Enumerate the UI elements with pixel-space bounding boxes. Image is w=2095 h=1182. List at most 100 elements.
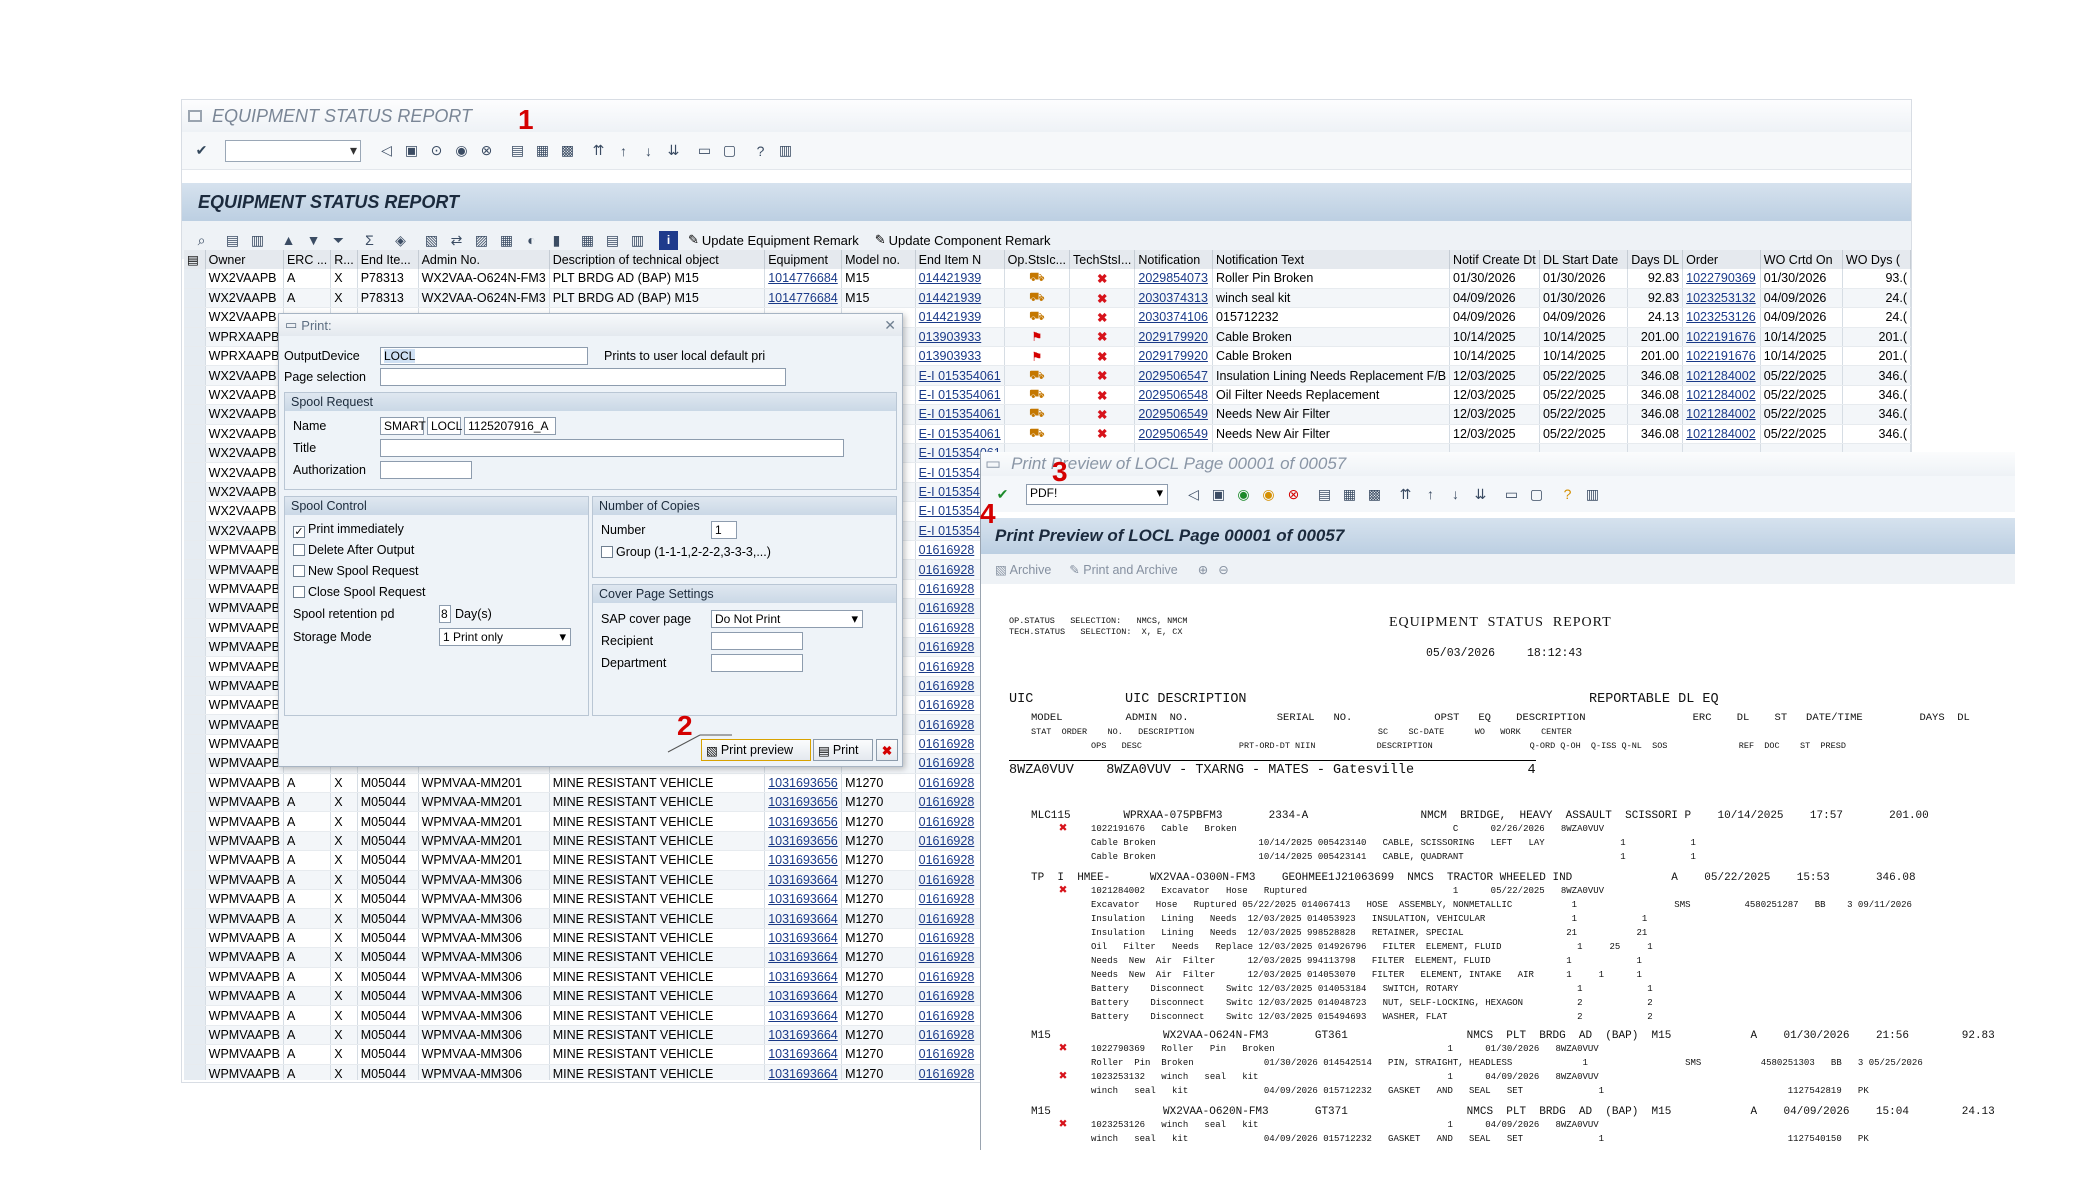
number-input[interactable]: 1: [711, 521, 737, 539]
new-spool-request-option[interactable]: New Spool Request: [293, 564, 418, 578]
print-immediately-option[interactable]: ✓ Print immediately: [293, 522, 404, 538]
table-cell[interactable]: 1031693656: [764, 811, 843, 832]
row-selector[interactable]: [184, 327, 206, 348]
column-header[interactable]: TechStsI...: [1069, 250, 1136, 269]
row-selector[interactable]: [184, 656, 206, 677]
table-cell[interactable]: 014421939: [915, 269, 1005, 289]
sort-descending-icon[interactable]: ▼: [304, 231, 323, 250]
name-field-3[interactable]: 1125207916_A: [464, 417, 556, 435]
table-cell[interactable]: 013903933: [915, 346, 1005, 367]
table-cell[interactable]: 1031693664: [764, 1025, 843, 1046]
print-icon[interactable]: ▤: [1315, 485, 1334, 504]
row-selector[interactable]: [184, 986, 206, 1007]
first-page-icon[interactable]: ⇈: [589, 141, 608, 160]
table-cell[interactable]: 1023253126: [1682, 307, 1761, 328]
column-header[interactable]: R...: [330, 250, 358, 269]
table-cell[interactable]: 014421939: [915, 288, 1005, 309]
layout-select-icon[interactable]: ▤: [603, 231, 622, 250]
table-cell[interactable]: 1031693656: [764, 850, 843, 871]
title-input[interactable]: [380, 439, 844, 457]
table-cell[interactable]: 013903933: [915, 327, 1005, 348]
row-selector[interactable]: [184, 850, 206, 871]
row-selector[interactable]: [184, 811, 206, 832]
recipient-input[interactable]: [711, 632, 803, 650]
column-header[interactable]: Notif Create Dt: [1449, 250, 1540, 269]
row-selector[interactable]: [184, 792, 206, 813]
select-all-icon[interactable]: ▤: [223, 231, 242, 250]
layout-icon[interactable]: ▥: [1583, 485, 1602, 504]
column-header[interactable]: Op.StsIc...: [1004, 250, 1071, 269]
table-cell[interactable]: 1021284002: [1682, 404, 1761, 425]
table-cell[interactable]: 1031693664: [764, 986, 843, 1007]
table-cell[interactable]: 1031693664: [764, 1064, 843, 1080]
row-selector[interactable]: [184, 482, 206, 503]
cancel-icon[interactable]: ⊗: [1284, 485, 1303, 504]
checkbox[interactable]: [293, 586, 305, 598]
table-cell[interactable]: 1014776684: [764, 269, 843, 289]
table-cell[interactable]: 2029179920: [1134, 327, 1214, 348]
row-selector[interactable]: [184, 598, 206, 619]
shortcut-icon[interactable]: ▢: [1527, 485, 1546, 504]
table-cell[interactable]: 1031693664: [764, 889, 843, 910]
export-icon[interactable]: ⇄: [447, 231, 466, 250]
table-cell[interactable]: 1031693656: [764, 773, 843, 794]
back-icon[interactable]: ⊙: [427, 141, 446, 160]
close-spool-request-option[interactable]: Close Spool Request: [293, 585, 425, 599]
table-cell[interactable]: 1031693664: [764, 947, 843, 968]
table-cell[interactable]: 1022191676: [1682, 327, 1761, 348]
row-selector[interactable]: [184, 501, 206, 522]
column-header[interactable]: ERC ...: [283, 250, 332, 269]
save-icon[interactable]: ▣: [1209, 485, 1228, 504]
row-selector[interactable]: [184, 424, 206, 445]
column-header[interactable]: Owner: [205, 250, 284, 269]
column-header[interactable]: WO Dys (: [1842, 250, 1911, 269]
column-header[interactable]: Days DL: [1627, 250, 1684, 269]
row-selector[interactable]: [184, 462, 206, 483]
row-selector[interactable]: [184, 637, 206, 658]
row-selector[interactable]: [184, 307, 206, 328]
output-device-input[interactable]: LOCL: [380, 347, 588, 365]
info-icon[interactable]: i: [659, 230, 678, 250]
table-cell[interactable]: 1031693664: [764, 870, 843, 891]
table-cell[interactable]: 1021284002: [1682, 385, 1761, 406]
table-row[interactable]: WX2VAAPB A X P78313 WX2VAA-O624N-FM3 PLT BRDG…: [184, 288, 1911, 309]
row-selector[interactable]: [184, 618, 206, 638]
table-cell[interactable]: E-I 015354061: [915, 404, 1005, 425]
print-and-archive-button[interactable]: ✎ Print and Archive: [1069, 562, 1177, 577]
row-selector[interactable]: [184, 753, 206, 774]
help-icon[interactable]: ?: [1558, 485, 1577, 504]
graphic-icon[interactable]: ▮: [547, 231, 566, 250]
row-selector[interactable]: [184, 1025, 206, 1046]
update-equipment-remark-button[interactable]: ✎ Update Equipment Remark: [688, 232, 859, 248]
print-icon[interactable]: ▤: [508, 141, 527, 160]
spreadsheet-icon[interactable]: ▦: [497, 231, 516, 250]
sap-cover-select[interactable]: Do Not Print: [711, 610, 863, 628]
checkbox[interactable]: [601, 546, 613, 558]
row-selector[interactable]: [184, 579, 206, 600]
find-icon[interactable]: ▦: [533, 141, 552, 160]
find-icon[interactable]: ▦: [1340, 485, 1359, 504]
storage-mode-select[interactable]: 1 Print only: [439, 628, 571, 646]
table-cell[interactable]: 1031693664: [764, 1005, 843, 1026]
column-header[interactable]: Equipment: [764, 250, 843, 269]
word-icon[interactable]: ▨: [472, 231, 491, 250]
table-cell[interactable]: 2029854073: [1134, 269, 1214, 289]
row-selector[interactable]: [184, 540, 206, 561]
row-selector[interactable]: [184, 676, 206, 697]
next-page-icon[interactable]: ↓: [639, 141, 658, 160]
row-selector[interactable]: [184, 365, 206, 386]
row-selector[interactable]: [184, 889, 206, 910]
column-header[interactable]: WO Crtd On: [1760, 250, 1843, 269]
checkbox-checked[interactable]: ✓: [293, 526, 305, 538]
group-option[interactable]: Group (1-1-1,2-2-2,3-3-3,...): [601, 545, 771, 559]
column-header[interactable]: Notification Text: [1212, 250, 1451, 269]
page-selection-input[interactable]: [380, 368, 786, 386]
table-cell[interactable]: E-I 015354061: [915, 365, 1005, 386]
table-cell[interactable]: 1014776684: [764, 288, 843, 309]
update-component-remark-button[interactable]: ✎ Update Component Remark: [875, 232, 1051, 248]
checkbox[interactable]: [293, 565, 305, 577]
print-preview-icon[interactable]: ▧: [422, 231, 441, 250]
command-field[interactable]: PDF!: [1026, 483, 1168, 505]
sum-icon[interactable]: Σ: [360, 231, 379, 250]
table-row[interactable]: WX2VAAPB A X P78313 WX2VAA-O624N-FM3 PLT BRDG…: [184, 269, 1911, 289]
